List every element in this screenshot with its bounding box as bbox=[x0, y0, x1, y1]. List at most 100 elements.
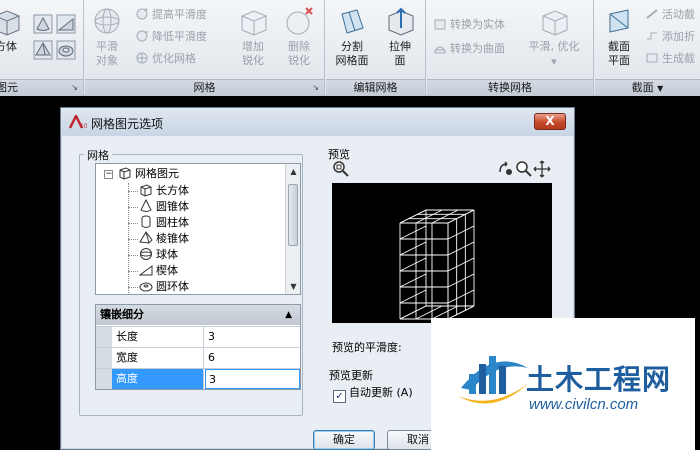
scroll-up-icon[interactable]: ▲ bbox=[286, 164, 300, 179]
box-button[interactable]: 方体 bbox=[0, 4, 28, 74]
pyramid-icon bbox=[139, 231, 153, 244]
length-value[interactable]: 3 bbox=[205, 327, 300, 347]
edit-mesh-panel: 分割 网格面 拉伸 面 编辑网格 bbox=[326, 0, 426, 96]
tessellation-row-height[interactable]: 高度 3 bbox=[96, 368, 300, 389]
box-label: 方体 bbox=[0, 40, 17, 53]
convert-to-surface-button[interactable]: 转换为曲面 bbox=[433, 40, 505, 58]
cylinder-icon bbox=[141, 215, 151, 228]
watermark-url: www.civilcn.com bbox=[529, 396, 639, 413]
chevron-down-icon: ▼ bbox=[657, 84, 664, 93]
autocad-app-icon: 10 bbox=[69, 115, 87, 129]
live-section-button[interactable]: 活动截 bbox=[645, 6, 695, 24]
mesh-group-label: 网格 bbox=[84, 147, 112, 163]
tree-item-wedge[interactable]: 楔体 bbox=[139, 263, 178, 279]
torus-icon[interactable] bbox=[56, 40, 76, 60]
refine-mesh-icon bbox=[136, 52, 148, 64]
auto-update-label: 自动更新 (A) bbox=[349, 386, 413, 399]
width-value[interactable]: 6 bbox=[205, 348, 300, 368]
edit-mesh-panel-footer: 编辑网格 bbox=[326, 79, 425, 96]
mesh-box-icon bbox=[119, 167, 131, 180]
smooth-sphere-icon bbox=[94, 8, 120, 34]
ribbon: 方体 图元 ↘ 平滑 对象 提高平滑度 降低平滑度 优化网格 增加 锐化 删除 … bbox=[0, 0, 700, 96]
cone-icon bbox=[140, 199, 152, 212]
add-jog-button[interactable]: 添加折 bbox=[645, 28, 695, 46]
convert-to-solid-icon bbox=[434, 19, 446, 30]
increase-smoothness-icon bbox=[136, 8, 148, 20]
height-value[interactable]: 3 bbox=[205, 369, 300, 389]
mesh-preview-viewport[interactable] bbox=[332, 183, 552, 323]
smoothness-label: 预览的平滑度: bbox=[332, 341, 402, 354]
tessellation-row-length[interactable]: 长度 3 bbox=[96, 326, 300, 347]
extrude-face-button[interactable]: 拉伸 面 bbox=[378, 4, 422, 74]
wedge-icon bbox=[139, 265, 153, 276]
pyramid-icon[interactable] bbox=[33, 40, 53, 60]
generate-section-button[interactable]: 生成截 bbox=[645, 50, 695, 68]
section-plane-button[interactable]: 截面 平面 bbox=[597, 4, 641, 74]
zoom-icon[interactable] bbox=[515, 160, 533, 178]
remove-crease-icon bbox=[286, 7, 313, 35]
tree-item-cylinder[interactable]: 圆柱体 bbox=[139, 215, 189, 231]
dialog-title: 网格图元选项 bbox=[91, 117, 164, 131]
remove-crease-button[interactable]: 删除 锐化 bbox=[277, 4, 321, 74]
orbit-icon[interactable] bbox=[497, 160, 515, 178]
tree-item-torus[interactable]: 圆环体 bbox=[139, 279, 189, 294]
live-section-icon bbox=[646, 9, 658, 19]
box-icon bbox=[140, 184, 152, 197]
smooth-optimized-icon bbox=[542, 10, 568, 36]
convert-to-surface-icon bbox=[434, 46, 446, 54]
tree-item-cone[interactable]: 圆锥体 bbox=[139, 199, 189, 215]
dialog-launcher-icon[interactable]: ↘ bbox=[312, 80, 319, 96]
tessellation-header[interactable]: 镶嵌细分 ▲ bbox=[96, 305, 300, 325]
pan-icon[interactable] bbox=[533, 160, 551, 178]
convert-to-solid-button[interactable]: 转换为实体 bbox=[433, 16, 505, 34]
tree-root[interactable]: 网格图元 bbox=[118, 166, 179, 182]
chevron-down-icon: ▼ bbox=[551, 58, 557, 66]
convert-mesh-panel-footer: 转换网格 bbox=[427, 79, 593, 96]
civilcn-logo bbox=[458, 356, 529, 404]
wedge-icon[interactable] bbox=[56, 14, 76, 34]
section-panel: 截面 平面 活动截 添加折 生成截 截面 ▼ bbox=[595, 0, 700, 96]
smooth-object-button[interactable]: 平滑 对象 bbox=[85, 4, 129, 74]
sphere-icon bbox=[140, 248, 152, 260]
decrease-smoothness-icon bbox=[136, 30, 148, 42]
tree-item-box[interactable]: 长方体 bbox=[139, 183, 189, 199]
tree-item-sphere[interactable]: 球体 bbox=[139, 247, 178, 263]
split-face-button[interactable]: 分割 网格面 bbox=[330, 4, 374, 74]
section-plane-icon bbox=[609, 9, 629, 33]
primitive-tree[interactable]: − 网格图元 长方体 圆锥体 圆柱体 棱锥体 球体 楔体 圆环体 ▲ ▼ bbox=[95, 163, 301, 295]
tree-item-pyramid[interactable]: 棱锥体 bbox=[139, 231, 189, 247]
add-crease-button[interactable]: 增加 锐化 bbox=[231, 4, 275, 74]
mesh-panel: 平滑 对象 提高平滑度 降低平滑度 优化网格 增加 锐化 删除 锐化 网格 ↘ bbox=[85, 0, 325, 96]
generate-section-icon bbox=[646, 53, 658, 63]
smooth-optimized-button[interactable]: 平滑, 优化 ▼ bbox=[525, 4, 583, 74]
dialog-titlebar[interactable]: 10 网格图元选项 X bbox=[61, 108, 574, 136]
tree-scrollbar[interactable]: ▲ ▼ bbox=[285, 164, 300, 294]
torus-icon bbox=[139, 282, 153, 292]
collapse-toggle-icon[interactable]: − bbox=[104, 170, 113, 179]
increase-smoothness-button[interactable]: 提高平滑度 bbox=[135, 6, 207, 24]
collapse-icon[interactable]: ▲ bbox=[285, 305, 292, 325]
preview-update-label: 预览更新 bbox=[329, 369, 373, 382]
watermark-title: 土木工程网 bbox=[526, 363, 672, 396]
scroll-thumb[interactable] bbox=[288, 184, 298, 246]
refine-mesh-button[interactable]: 优化网格 bbox=[135, 50, 196, 68]
split-face-icon bbox=[341, 9, 364, 34]
ok-button[interactable]: 确定 bbox=[313, 430, 375, 450]
convert-mesh-panel: 转换为实体 转换为曲面 平滑, 优化 ▼ 转换网格 bbox=[427, 0, 594, 96]
watermark-overlay: 土木工程网 www.civilcn.com bbox=[431, 318, 695, 450]
close-button[interactable]: X bbox=[534, 113, 566, 130]
mesh-panel-footer: 网格 ↘ bbox=[85, 79, 324, 96]
dialog-launcher-icon[interactable]: ↘ bbox=[71, 80, 78, 96]
scroll-down-icon[interactable]: ▼ bbox=[286, 279, 300, 294]
auto-update-checkbox-row[interactable]: ✓ 自动更新 (A) bbox=[333, 385, 413, 403]
add-crease-icon bbox=[241, 10, 267, 36]
decrease-smoothness-button[interactable]: 降低平滑度 bbox=[135, 28, 207, 46]
cone-icon[interactable] bbox=[33, 14, 53, 34]
zoom-extents-icon[interactable] bbox=[332, 160, 350, 178]
add-jog-icon bbox=[647, 32, 657, 40]
box-icon bbox=[0, 10, 20, 36]
svg-text:10: 10 bbox=[80, 123, 87, 129]
auto-update-checkbox[interactable]: ✓ bbox=[333, 390, 346, 403]
tessellation-row-width[interactable]: 宽度 6 bbox=[96, 347, 300, 368]
section-panel-footer[interactable]: 截面 ▼ bbox=[595, 79, 700, 96]
